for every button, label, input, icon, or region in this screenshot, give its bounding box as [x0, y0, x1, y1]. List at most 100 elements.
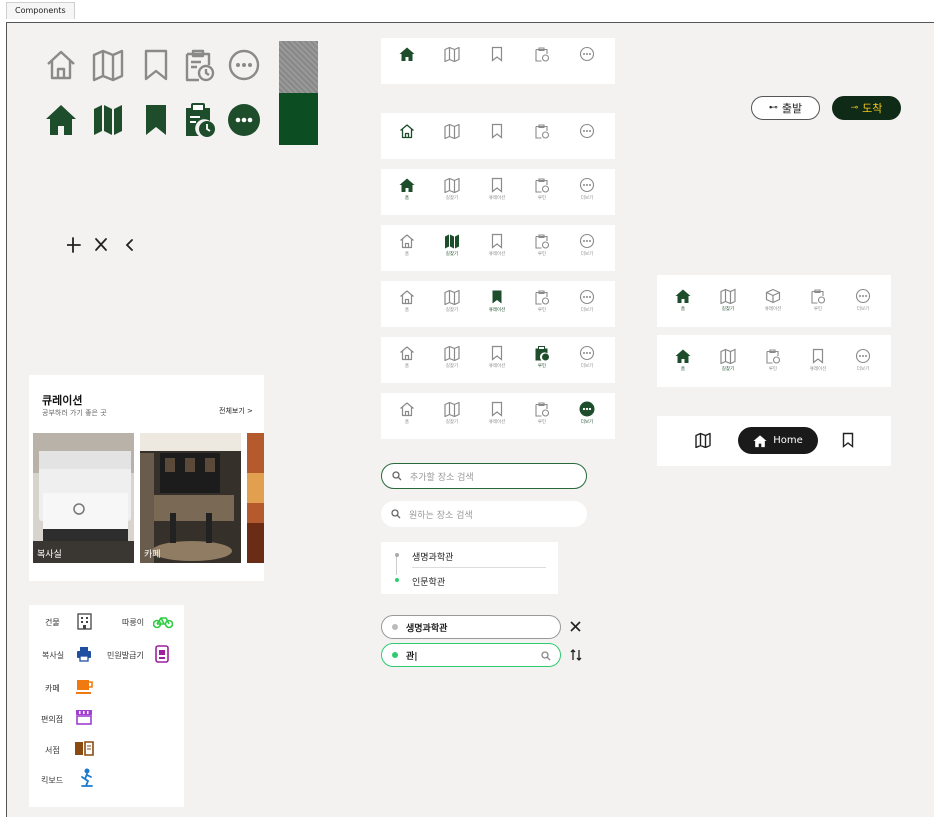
- nav-map[interactable]: [440, 123, 464, 139]
- nav-routine[interactable]: 루틴: [530, 401, 554, 425]
- nav-map[interactable]: 길찾기: [440, 233, 464, 257]
- printer-icon[interactable]: [76, 646, 92, 662]
- nav-map[interactable]: 길찾기: [440, 401, 464, 425]
- nav-home[interactable]: 홈: [395, 177, 419, 201]
- nav-home[interactable]: 홈: [395, 345, 419, 369]
- nav-home[interactable]: [395, 123, 419, 139]
- swap-icon[interactable]: [570, 648, 582, 662]
- nav-more[interactable]: 더보기: [575, 177, 599, 201]
- nav-home[interactable]: 홈: [395, 233, 419, 257]
- nav-label: 큐레이션: [764, 307, 782, 312]
- nav-more[interactable]: 더보기: [851, 348, 875, 372]
- view-all-link[interactable]: 전체보기 >: [219, 406, 253, 416]
- arrive-button[interactable]: ⊸ 도착: [832, 96, 901, 120]
- nav-routine[interactable]: 루틴: [530, 289, 554, 313]
- home-pill-button[interactable]: Home: [738, 427, 818, 454]
- nav-map-icon: [444, 289, 460, 305]
- building-icon[interactable]: [77, 613, 92, 630]
- nav-curation-icon: [492, 290, 502, 304]
- nav-routine[interactable]: 루틴: [530, 233, 554, 257]
- map-icon[interactable]: [695, 432, 711, 448]
- nav-more[interactable]: [575, 46, 599, 62]
- home-filled-icon: [46, 105, 76, 135]
- nav-map[interactable]: 길찾기: [716, 348, 740, 372]
- nav-label: 더보기: [580, 196, 594, 201]
- nav-home[interactable]: [395, 46, 419, 62]
- nav-home[interactable]: 홈: [395, 289, 419, 313]
- search-bar-active[interactable]: 추가할 장소 검색: [381, 463, 587, 489]
- nav-map[interactable]: 길찾기: [440, 177, 464, 201]
- nav-more-icon: [579, 177, 595, 193]
- bicycle-icon[interactable]: [153, 615, 173, 629]
- curation-item-cafe[interactable]: 카페: [140, 433, 241, 563]
- nav-map[interactable]: 길찾기: [716, 288, 740, 312]
- nav-map[interactable]: [440, 46, 464, 62]
- store-icon[interactable]: [75, 709, 93, 725]
- category-label: 민원발급기: [107, 651, 144, 660]
- coffee-icon[interactable]: [76, 678, 93, 695]
- nav-home[interactable]: 홈: [671, 288, 695, 312]
- nav-label: 더보기: [856, 367, 870, 372]
- divider: [412, 567, 546, 568]
- nav-curation[interactable]: 큐레이션: [485, 289, 509, 313]
- scooter-icon[interactable]: [79, 768, 95, 788]
- nav-routine[interactable]: [530, 123, 554, 139]
- nav-map[interactable]: 길찾기: [440, 289, 464, 313]
- nav-more[interactable]: 더보기: [575, 401, 599, 425]
- route-end-label[interactable]: 인문학관: [412, 575, 445, 588]
- nav-curation[interactable]: 큐레이션: [485, 177, 509, 201]
- nav-routine[interactable]: 루틴: [530, 177, 554, 201]
- nav-bar-labeled: 홈 길찾기 큐레이션 루틴 더보기: [381, 169, 615, 215]
- nav-curation[interactable]: [485, 123, 509, 139]
- route-list: 생명과학관 인문학관: [381, 542, 558, 594]
- bookmark-icon[interactable]: [841, 432, 855, 448]
- search-icon: [391, 509, 401, 519]
- nav-more[interactable]: 더보기: [851, 288, 875, 312]
- nav-home[interactable]: 홈: [395, 401, 419, 425]
- nav-home[interactable]: 홈: [671, 348, 695, 372]
- search-bar-default[interactable]: 원하는 장소 검색: [381, 501, 587, 527]
- nav-routine[interactable]: 루틴: [761, 348, 785, 372]
- curation-card: 큐레이션 공부하러 가기 좋은 곳 전체보기 > 복사실 카페: [29, 375, 264, 581]
- kiosk-icon[interactable]: [155, 645, 169, 663]
- nav-curation[interactable]: 큐레이션: [485, 233, 509, 257]
- route-to-value: 관|: [406, 651, 418, 662]
- route-start-label[interactable]: 생명과학관: [412, 550, 453, 563]
- nav-map[interactable]: 길찾기: [440, 345, 464, 369]
- nav-bar-labeled: 홈 길찾기 큐레이션 루틴 더보기: [381, 393, 615, 439]
- nav-routine[interactable]: 루틴: [530, 345, 554, 369]
- close-icon[interactable]: [570, 621, 581, 632]
- route-from-input[interactable]: 생명과학관: [381, 615, 561, 639]
- page-tab[interactable]: Components: [6, 2, 75, 19]
- chevron-left-icon: [125, 239, 133, 251]
- nav-home-icon: [400, 402, 414, 417]
- nav-bar-labeled: 홈 길찾기 큐레이션 루틴 더보기: [381, 225, 615, 271]
- nav-curation[interactable]: 큐레이션: [485, 401, 509, 425]
- nav-bar-variant-a: 홈 길찾기 큐레이션 루틴 더보기: [657, 275, 891, 327]
- nav-curation[interactable]: [485, 46, 509, 62]
- nav-box[interactable]: 큐레이션: [761, 288, 785, 312]
- nav-more[interactable]: 더보기: [575, 233, 599, 257]
- curation-subtitle: 공부하러 가기 좋은 곳: [42, 409, 107, 417]
- nav-curation[interactable]: 큐레이션: [485, 345, 509, 369]
- nav-more[interactable]: 더보기: [575, 289, 599, 313]
- book-icon[interactable]: [74, 740, 94, 756]
- nav-more[interactable]: [575, 123, 599, 139]
- nav-label: 홈: [404, 252, 410, 257]
- filled-icon-row: [45, 99, 265, 141]
- nav-routine[interactable]: 루틴: [806, 288, 830, 312]
- curation-item-partial[interactable]: [247, 433, 264, 563]
- food-photo: [247, 433, 264, 563]
- outline-icon-row: [45, 45, 265, 85]
- depart-button[interactable]: ⊷ 출발: [751, 96, 820, 120]
- nav-bar-variant-b: 홈 길찾기 루틴 큐레이션 더보기: [657, 335, 891, 387]
- curation-item-copy-room[interactable]: 복사실: [33, 433, 134, 563]
- nav-more[interactable]: 더보기: [575, 345, 599, 369]
- nav-label: 루틴: [537, 252, 547, 257]
- nav-curation[interactable]: 큐레이션: [806, 348, 830, 372]
- nav-routine[interactable]: [530, 46, 554, 62]
- search-icon[interactable]: [541, 651, 551, 661]
- nav-home-icon: [400, 234, 414, 249]
- route-to-input[interactable]: 관|: [381, 643, 561, 667]
- nav-label: 더보기: [580, 364, 594, 369]
